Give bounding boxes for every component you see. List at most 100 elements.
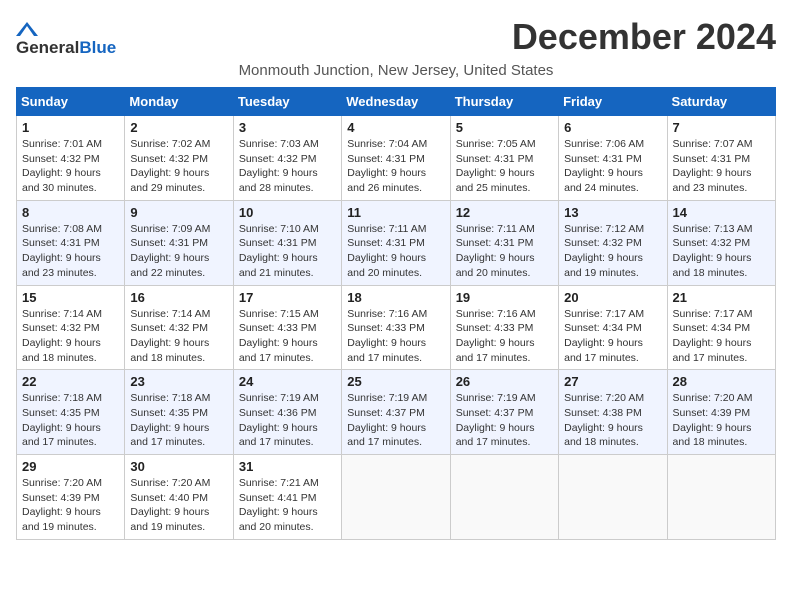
calendar-day-cell: 31 Sunrise: 7:21 AMSunset: 4:41 PMDaylig… <box>233 455 341 540</box>
calendar-day-cell <box>450 455 558 540</box>
day-number: 8 <box>22 205 119 220</box>
calendar-day-cell: 12 Sunrise: 7:11 AMSunset: 4:31 PMDaylig… <box>450 200 558 285</box>
day-detail: Sunrise: 7:01 AMSunset: 4:32 PMDaylight:… <box>22 138 102 194</box>
day-number: 27 <box>564 374 661 389</box>
day-number: 9 <box>130 205 227 220</box>
calendar-day-cell: 9 Sunrise: 7:09 AMSunset: 4:31 PMDayligh… <box>125 200 233 285</box>
day-number: 7 <box>673 120 770 135</box>
calendar-day-cell: 13 Sunrise: 7:12 AMSunset: 4:32 PMDaylig… <box>559 200 667 285</box>
calendar-day-cell: 30 Sunrise: 7:20 AMSunset: 4:40 PMDaylig… <box>125 455 233 540</box>
calendar-day-cell <box>559 455 667 540</box>
logo-icon <box>16 20 38 38</box>
day-number: 6 <box>564 120 661 135</box>
day-detail: Sunrise: 7:15 AMSunset: 4:33 PMDaylight:… <box>239 308 319 364</box>
calendar-day-cell: 10 Sunrise: 7:10 AMSunset: 4:31 PMDaylig… <box>233 200 341 285</box>
day-number: 15 <box>22 290 119 305</box>
day-number: 31 <box>239 459 336 474</box>
header: General Blue December 2024 <box>16 16 776 58</box>
day-detail: Sunrise: 7:12 AMSunset: 4:32 PMDaylight:… <box>564 223 644 279</box>
calendar-day-cell <box>342 455 450 540</box>
day-number: 13 <box>564 205 661 220</box>
day-number: 2 <box>130 120 227 135</box>
day-detail: Sunrise: 7:11 AMSunset: 4:31 PMDaylight:… <box>347 223 426 279</box>
day-detail: Sunrise: 7:05 AMSunset: 4:31 PMDaylight:… <box>456 138 536 194</box>
day-number: 29 <box>22 459 119 474</box>
day-number: 11 <box>347 205 444 220</box>
day-number: 30 <box>130 459 227 474</box>
calendar-header-row: SundayMondayTuesdayWednesdayThursdayFrid… <box>17 88 776 116</box>
calendar-day-cell: 14 Sunrise: 7:13 AMSunset: 4:32 PMDaylig… <box>667 200 775 285</box>
calendar-day-cell: 2 Sunrise: 7:02 AMSunset: 4:32 PMDayligh… <box>125 116 233 201</box>
day-detail: Sunrise: 7:20 AMSunset: 4:39 PMDaylight:… <box>22 477 102 533</box>
calendar-day-cell: 29 Sunrise: 7:20 AMSunset: 4:39 PMDaylig… <box>17 455 125 540</box>
calendar-day-cell: 11 Sunrise: 7:11 AMSunset: 4:31 PMDaylig… <box>342 200 450 285</box>
calendar-day-cell: 22 Sunrise: 7:18 AMSunset: 4:35 PMDaylig… <box>17 370 125 455</box>
calendar-day-cell: 20 Sunrise: 7:17 AMSunset: 4:34 PMDaylig… <box>559 285 667 370</box>
logo: General Blue <box>16 20 116 58</box>
calendar-week-row: 15 Sunrise: 7:14 AMSunset: 4:32 PMDaylig… <box>17 285 776 370</box>
calendar-day-cell: 27 Sunrise: 7:20 AMSunset: 4:38 PMDaylig… <box>559 370 667 455</box>
day-number: 1 <box>22 120 119 135</box>
day-number: 19 <box>456 290 553 305</box>
day-number: 20 <box>564 290 661 305</box>
calendar-weekday-header: Thursday <box>450 88 558 116</box>
logo-blue: Blue <box>79 38 116 58</box>
day-detail: Sunrise: 7:19 AMSunset: 4:37 PMDaylight:… <box>456 392 536 448</box>
day-number: 10 <box>239 205 336 220</box>
day-detail: Sunrise: 7:14 AMSunset: 4:32 PMDaylight:… <box>22 308 102 364</box>
day-number: 16 <box>130 290 227 305</box>
calendar-day-cell: 18 Sunrise: 7:16 AMSunset: 4:33 PMDaylig… <box>342 285 450 370</box>
day-detail: Sunrise: 7:18 AMSunset: 4:35 PMDaylight:… <box>130 392 210 448</box>
calendar-day-cell: 19 Sunrise: 7:16 AMSunset: 4:33 PMDaylig… <box>450 285 558 370</box>
subtitle: Monmouth Junction, New Jersey, United St… <box>16 62 776 79</box>
day-detail: Sunrise: 7:18 AMSunset: 4:35 PMDaylight:… <box>22 392 102 448</box>
calendar-weekday-header: Sunday <box>17 88 125 116</box>
calendar-day-cell: 26 Sunrise: 7:19 AMSunset: 4:37 PMDaylig… <box>450 370 558 455</box>
day-detail: Sunrise: 7:10 AMSunset: 4:31 PMDaylight:… <box>239 223 319 279</box>
day-detail: Sunrise: 7:19 AMSunset: 4:36 PMDaylight:… <box>239 392 319 448</box>
day-number: 26 <box>456 374 553 389</box>
day-number: 18 <box>347 290 444 305</box>
day-detail: Sunrise: 7:20 AMSunset: 4:40 PMDaylight:… <box>130 477 210 533</box>
day-number: 4 <box>347 120 444 135</box>
day-detail: Sunrise: 7:06 AMSunset: 4:31 PMDaylight:… <box>564 138 644 194</box>
day-detail: Sunrise: 7:07 AMSunset: 4:31 PMDaylight:… <box>673 138 753 194</box>
day-detail: Sunrise: 7:11 AMSunset: 4:31 PMDaylight:… <box>456 223 535 279</box>
calendar-week-row: 8 Sunrise: 7:08 AMSunset: 4:31 PMDayligh… <box>17 200 776 285</box>
day-detail: Sunrise: 7:09 AMSunset: 4:31 PMDaylight:… <box>130 223 210 279</box>
calendar-day-cell: 23 Sunrise: 7:18 AMSunset: 4:35 PMDaylig… <box>125 370 233 455</box>
calendar-day-cell: 25 Sunrise: 7:19 AMSunset: 4:37 PMDaylig… <box>342 370 450 455</box>
calendar-day-cell: 16 Sunrise: 7:14 AMSunset: 4:32 PMDaylig… <box>125 285 233 370</box>
calendar-day-cell: 6 Sunrise: 7:06 AMSunset: 4:31 PMDayligh… <box>559 116 667 201</box>
calendar-day-cell: 17 Sunrise: 7:15 AMSunset: 4:33 PMDaylig… <box>233 285 341 370</box>
day-number: 21 <box>673 290 770 305</box>
month-title: December 2024 <box>512 16 776 58</box>
day-number: 25 <box>347 374 444 389</box>
logo-general: General <box>16 38 79 58</box>
calendar-day-cell: 8 Sunrise: 7:08 AMSunset: 4:31 PMDayligh… <box>17 200 125 285</box>
calendar-weekday-header: Tuesday <box>233 88 341 116</box>
calendar-weekday-header: Saturday <box>667 88 775 116</box>
day-detail: Sunrise: 7:16 AMSunset: 4:33 PMDaylight:… <box>347 308 427 364</box>
day-number: 12 <box>456 205 553 220</box>
day-number: 17 <box>239 290 336 305</box>
calendar-day-cell: 5 Sunrise: 7:05 AMSunset: 4:31 PMDayligh… <box>450 116 558 201</box>
day-detail: Sunrise: 7:04 AMSunset: 4:31 PMDaylight:… <box>347 138 427 194</box>
day-detail: Sunrise: 7:20 AMSunset: 4:38 PMDaylight:… <box>564 392 644 448</box>
calendar-day-cell: 24 Sunrise: 7:19 AMSunset: 4:36 PMDaylig… <box>233 370 341 455</box>
calendar-day-cell <box>667 455 775 540</box>
calendar-day-cell: 1 Sunrise: 7:01 AMSunset: 4:32 PMDayligh… <box>17 116 125 201</box>
day-number: 28 <box>673 374 770 389</box>
calendar-weekday-header: Monday <box>125 88 233 116</box>
day-detail: Sunrise: 7:03 AMSunset: 4:32 PMDaylight:… <box>239 138 319 194</box>
day-number: 3 <box>239 120 336 135</box>
calendar-day-cell: 28 Sunrise: 7:20 AMSunset: 4:39 PMDaylig… <box>667 370 775 455</box>
day-detail: Sunrise: 7:19 AMSunset: 4:37 PMDaylight:… <box>347 392 427 448</box>
day-number: 23 <box>130 374 227 389</box>
calendar-day-cell: 3 Sunrise: 7:03 AMSunset: 4:32 PMDayligh… <box>233 116 341 201</box>
calendar-weekday-header: Friday <box>559 88 667 116</box>
calendar-weekday-header: Wednesday <box>342 88 450 116</box>
calendar-week-row: 22 Sunrise: 7:18 AMSunset: 4:35 PMDaylig… <box>17 370 776 455</box>
day-detail: Sunrise: 7:02 AMSunset: 4:32 PMDaylight:… <box>130 138 210 194</box>
calendar-day-cell: 21 Sunrise: 7:17 AMSunset: 4:34 PMDaylig… <box>667 285 775 370</box>
